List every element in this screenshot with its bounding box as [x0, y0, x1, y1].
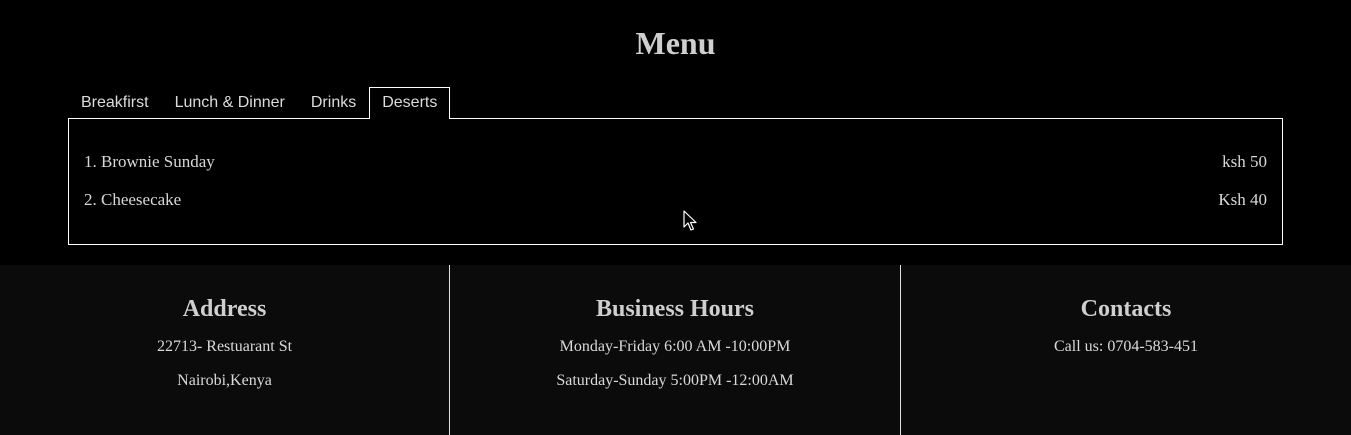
list-item: 2. Cheesecake Ksh 40: [84, 188, 1267, 212]
item-price: Ksh 40: [1218, 190, 1267, 209]
item-name: 2. Cheesecake: [84, 190, 182, 209]
address-line: 22713- Restuarant St: [156, 338, 293, 355]
address-line: Nairobi,Kenya: [177, 372, 272, 389]
contacts-heading: Contacts: [1080, 296, 1172, 322]
item-price: ksh 50: [1222, 152, 1267, 171]
tab-deserts[interactable]: Deserts: [369, 87, 451, 119]
hours-line: Monday-Friday 6:00 AM -10:00PM: [559, 338, 791, 355]
deserts-panel: 1. Brownie Sunday ksh 50 2. Cheesecake K…: [68, 118, 1283, 245]
menu-section: Menu Breakfirst Lunch & Dinner Drinks De…: [0, 0, 1351, 265]
page-title: Menu: [635, 25, 716, 61]
tab-lunch-dinner[interactable]: Lunch & Dinner: [162, 87, 298, 118]
tab-breakfirst[interactable]: Breakfirst: [68, 87, 162, 118]
hours-line: Saturday-Sunday 5:00PM -12:00AM: [556, 372, 794, 389]
address-column: Address 22713- Restuarant St Nairobi,Ken…: [0, 265, 450, 435]
menu-tabs: Breakfirst Lunch & Dinner Drinks Deserts: [68, 87, 451, 119]
address-heading: Address: [182, 296, 267, 322]
contacts-column: Contacts Call us: 0704-583-451: [901, 265, 1351, 435]
item-name: 1. Brownie Sunday: [84, 152, 215, 171]
footer: Address 22713- Restuarant St Nairobi,Ken…: [0, 265, 1351, 435]
business-hours-column: Business Hours Monday-Friday 6:00 AM -10…: [450, 265, 901, 435]
business-hours-heading: Business Hours: [595, 296, 755, 322]
list-item: 1. Brownie Sunday ksh 50: [84, 150, 1267, 174]
tab-drinks[interactable]: Drinks: [298, 87, 369, 118]
phone-line: Call us: 0704-583-451: [1054, 338, 1198, 355]
